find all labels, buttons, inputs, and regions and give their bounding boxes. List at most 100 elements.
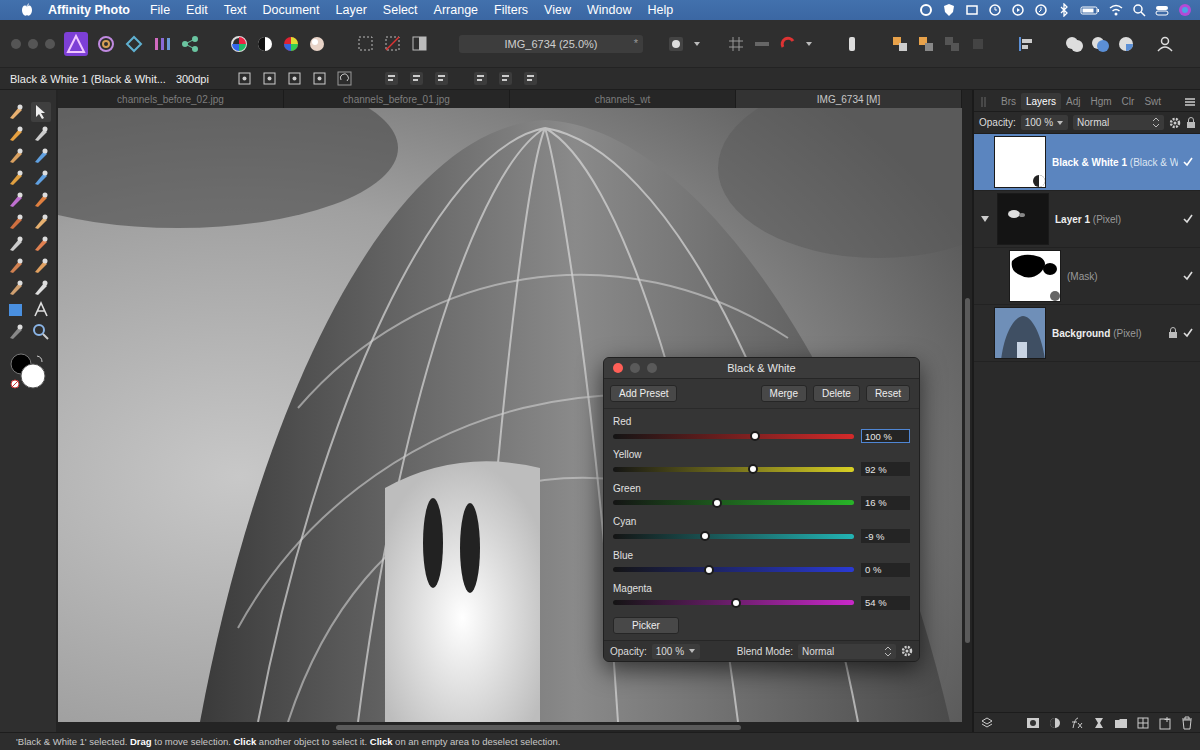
scroll-thumb[interactable]	[336, 725, 741, 730]
move-back-icon[interactable]	[917, 35, 935, 53]
export-persona-icon[interactable]	[180, 34, 200, 54]
align-icon[interactable]	[1017, 35, 1035, 53]
panel-tab[interactable]: Brs	[996, 93, 1021, 110]
shield-icon[interactable]	[942, 3, 956, 17]
lock-icon[interactable]	[1168, 327, 1178, 339]
layer-row[interactable]: Background (Pixel)	[974, 305, 1200, 362]
menu-item[interactable]: Window	[579, 3, 639, 17]
slider-knob[interactable]	[731, 598, 741, 608]
flood-select-tool-icon[interactable]	[31, 146, 51, 166]
show-bounds-icon[interactable]	[262, 71, 277, 86]
boolean-intersect-icon[interactable]	[1117, 35, 1135, 53]
blend-mode-dropdown[interactable]: Normal	[1073, 115, 1164, 130]
slider-value-field[interactable]: 16 %	[861, 496, 910, 510]
document-tab[interactable]: channels_before_02.jpg	[58, 90, 284, 108]
panel-tab[interactable]: Hgm	[1085, 93, 1116, 110]
layer-styles-icon[interactable]	[980, 716, 994, 729]
slider-track[interactable]	[613, 430, 854, 442]
add-pixel-layer-icon[interactable]	[1136, 716, 1150, 730]
levels-icon[interactable]	[230, 35, 248, 53]
menu-item[interactable]: Arrange	[426, 3, 486, 17]
rotate-icon[interactable]	[337, 71, 352, 86]
align-left-icon[interactable]	[384, 71, 399, 86]
slider-knob[interactable]	[704, 565, 714, 575]
search-icon[interactable]	[1132, 3, 1146, 17]
delete-layer-icon[interactable]	[1180, 716, 1194, 730]
hsl-icon[interactable]	[282, 35, 300, 53]
mesh-warp-tool-icon[interactable]	[6, 322, 26, 342]
transform-origin-icon[interactable]	[237, 71, 252, 86]
time-machine-icon[interactable]	[988, 3, 1002, 17]
new-layer-icon[interactable]	[1158, 716, 1172, 730]
tone-mapping-persona-icon[interactable]	[152, 34, 172, 54]
expand-toggle[interactable]	[981, 216, 989, 222]
slider-value-field[interactable]: 54 %	[861, 596, 910, 610]
slider-value-field[interactable]: 92 %	[861, 462, 910, 476]
dialog-button[interactable]: Delete	[813, 385, 860, 402]
slider-knob[interactable]	[712, 498, 722, 508]
dialog-button[interactable]: Add Preset	[610, 385, 677, 402]
curves-icon[interactable]	[256, 35, 274, 53]
stepper-icon[interactable]	[1152, 117, 1160, 128]
layer-row[interactable]: Black & White 1 (Black & W	[974, 134, 1200, 191]
visibility-checkbox[interactable]	[1182, 327, 1194, 339]
move-tool-icon[interactable]	[31, 102, 51, 122]
align-bottom-icon[interactable]	[523, 71, 538, 86]
document-tab[interactable]: IMG_6734 [M]	[736, 90, 962, 108]
visibility-checkbox[interactable]	[1182, 270, 1194, 282]
selection-brush-tool-icon[interactable]	[6, 146, 26, 166]
visibility-checkbox[interactable]	[1182, 156, 1194, 168]
slider-knob[interactable]	[748, 464, 758, 474]
quick-mask-icon[interactable]	[667, 35, 685, 53]
document-tab[interactable]: channels_before_01.jpg	[284, 90, 510, 108]
control-center-icon[interactable]	[1155, 3, 1169, 17]
slider-value-field[interactable]: 100 %	[861, 429, 910, 443]
dropdown-arrow-icon[interactable]	[805, 40, 813, 48]
panel-tab[interactable]: Adj	[1061, 93, 1085, 110]
hand-tool-icon[interactable]	[6, 102, 26, 122]
gear-icon[interactable]	[901, 645, 913, 657]
panel-tab[interactable]: Layers	[1021, 93, 1061, 110]
creative-cloud-icon[interactable]	[919, 3, 933, 17]
liquify-persona-icon[interactable]	[96, 34, 116, 54]
menu-item[interactable]: File	[142, 3, 178, 17]
wifi-icon[interactable]	[1109, 3, 1123, 17]
color-swatches-icon[interactable]	[9, 352, 47, 390]
grip-icon[interactable]	[980, 95, 988, 109]
dialog-button[interactable]: Reset	[866, 385, 910, 402]
menu-item[interactable]: Help	[639, 3, 681, 17]
apple-icon[interactable]	[20, 3, 34, 17]
battery-icon[interactable]	[1080, 3, 1100, 17]
erase-tool-icon[interactable]	[31, 212, 51, 232]
align-center-icon[interactable]	[409, 71, 424, 86]
align-middle-icon[interactable]	[498, 71, 513, 86]
stepper-icon[interactable]	[884, 646, 892, 657]
sharpen-tool-icon[interactable]	[31, 256, 51, 276]
dropdown-arrow-icon[interactable]	[693, 40, 701, 48]
handles-icon[interactable]	[312, 71, 327, 86]
boolean-subtract-icon[interactable]	[1091, 35, 1109, 53]
flood-fill-tool-icon[interactable]	[31, 168, 51, 188]
marquee-icon[interactable]	[356, 34, 375, 53]
healing-tool-icon[interactable]	[6, 256, 26, 276]
window-controls-icon[interactable]	[612, 362, 658, 374]
slider-knob[interactable]	[700, 531, 710, 541]
menu-item[interactable]: View	[536, 3, 579, 17]
bluetooth-icon[interactable]	[1057, 3, 1071, 17]
dialog-title-bar[interactable]: Black & White	[604, 358, 919, 379]
assistant-icon[interactable]	[843, 35, 861, 53]
lock-icon[interactable]	[1186, 117, 1196, 129]
slider-track[interactable]	[613, 564, 854, 576]
account-icon[interactable]	[1156, 35, 1174, 53]
grid-icon[interactable]	[727, 35, 745, 53]
move-to-back-icon[interactable]	[891, 35, 909, 53]
clone-tool-icon[interactable]	[31, 234, 51, 254]
gear-icon[interactable]	[1169, 117, 1181, 129]
dodge-tool-icon[interactable]	[6, 212, 26, 232]
live-filter-icon[interactable]	[1092, 716, 1106, 730]
snap-icon[interactable]	[287, 71, 302, 86]
crop-tool-icon[interactable]	[31, 124, 51, 144]
align-top-icon[interactable]	[473, 71, 488, 86]
slider-track[interactable]	[613, 497, 854, 509]
panel-menu-icon[interactable]	[1184, 97, 1196, 107]
